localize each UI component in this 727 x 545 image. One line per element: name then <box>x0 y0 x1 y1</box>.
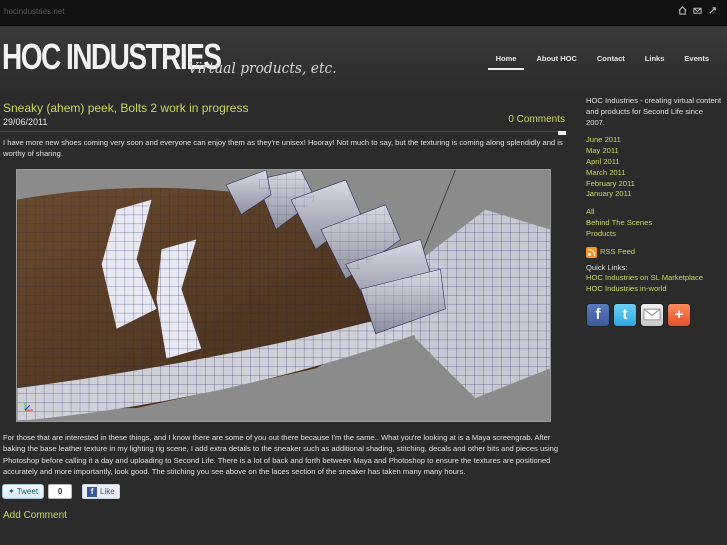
utility-icons <box>678 6 717 15</box>
post-title[interactable]: Sneaky (ahem) peek, Bolts 2 work in prog… <box>3 101 248 115</box>
tweet-count: 0 <box>48 484 73 499</box>
rss-icon <box>586 246 597 258</box>
site-header: HOC INDUSTRIES Virtual products, etc. Ho… <box>0 26 727 90</box>
twitter-icon[interactable]: t <box>613 302 637 327</box>
facebook-icon[interactable]: f <box>586 302 610 327</box>
maya-screengrab-image[interactable] <box>16 169 551 422</box>
quick-link-marketplace[interactable]: HOC Industries on SL Marketplace <box>586 273 724 284</box>
archive-february-2011[interactable]: February 2011 <box>586 179 724 190</box>
category-list: All Behind The Scenes Products <box>586 207 724 239</box>
archive-list: June 2011 May 2011 April 2011 March 2011… <box>586 135 724 200</box>
twitter-bird-icon: ✦ <box>8 487 15 496</box>
nav-contact[interactable]: Contact <box>587 54 635 70</box>
quick-links-label: Quick Links: <box>586 262 628 272</box>
facebook-icon: f <box>87 486 98 497</box>
like-label: Like <box>100 487 115 496</box>
divider-marker <box>558 131 566 135</box>
facebook-like-button[interactable]: f Like <box>82 484 120 499</box>
nav-links[interactable]: Links <box>635 54 675 70</box>
tweet-label: Tweet <box>16 487 39 496</box>
blog-post: Sneaky (ahem) peek, Bolts 2 work in prog… <box>0 90 570 545</box>
sidebar-about: HOC Industries - creating virtual conten… <box>586 96 722 127</box>
post-date: 29/06/2011 <box>3 117 48 127</box>
category-all[interactable]: All <box>586 207 724 218</box>
email-icon[interactable] <box>640 302 664 327</box>
rss-feed-link[interactable]: RSS Feed <box>586 246 724 258</box>
nav-about[interactable]: About HOC <box>526 54 586 70</box>
site-tagline: Virtual products, etc. <box>188 59 337 77</box>
share-buttons: ✦ Tweet 0 f Like <box>2 484 120 499</box>
add-comment-link[interactable]: Add Comment <box>3 510 67 521</box>
archive-april-2011[interactable]: April 2011 <box>586 157 724 168</box>
post-body: For those that are interested in these t… <box>3 433 559 476</box>
top-utility-bar: hocindustries.net <box>0 0 727 26</box>
archive-march-2011[interactable]: March 2011 <box>586 168 724 179</box>
quick-link-inworld[interactable]: HOC Industries in-world <box>586 284 724 295</box>
archive-june-2011[interactable]: June 2011 <box>586 135 724 146</box>
category-behind-the-scenes[interactable]: Behind The Scenes <box>586 218 724 229</box>
archive-january-2011[interactable]: January 2011 <box>586 189 724 200</box>
home-icon[interactable] <box>678 6 687 15</box>
comments-link[interactable]: 0 Comments <box>508 114 565 125</box>
sidebar: HOC Industries - creating virtual conten… <box>586 96 724 327</box>
nav-events[interactable]: Events <box>674 54 719 70</box>
category-products[interactable]: Products <box>586 229 724 240</box>
mail-icon[interactable] <box>693 6 702 15</box>
archive-may-2011[interactable]: May 2011 <box>586 146 724 157</box>
main-nav: Home About HOC Contact Links Events <box>486 54 719 70</box>
site-domain: hocindustries.net <box>4 7 65 16</box>
nav-home[interactable]: Home <box>486 54 527 70</box>
rss-label: RSS Feed <box>600 246 636 256</box>
social-icons: f t + <box>586 302 724 327</box>
post-intro: I have more new shoes coming very soon a… <box>3 138 563 158</box>
add-icon[interactable]: + <box>667 302 691 327</box>
tweet-button[interactable]: ✦ Tweet <box>2 484 45 499</box>
post-divider <box>0 131 566 132</box>
sneaker-render <box>17 170 550 421</box>
link-icon[interactable] <box>708 6 717 15</box>
